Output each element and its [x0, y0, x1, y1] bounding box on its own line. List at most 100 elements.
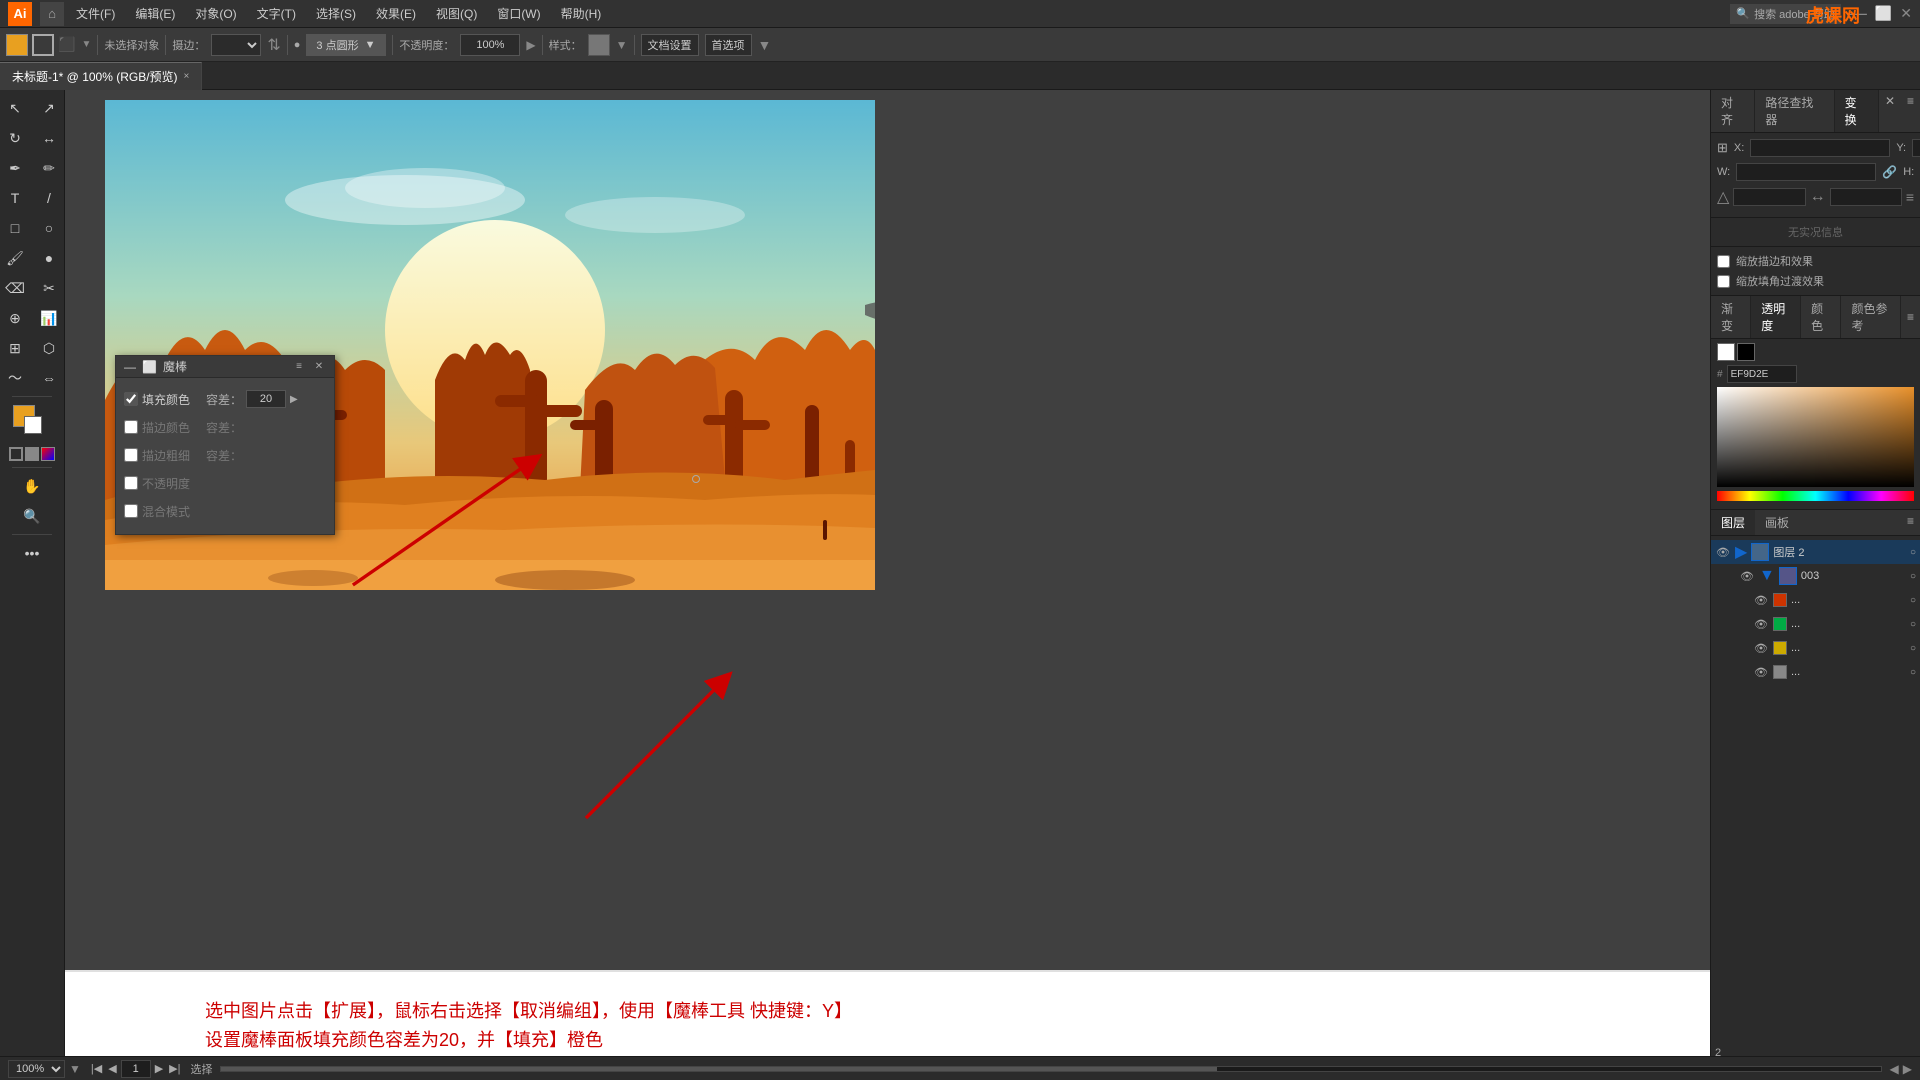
- page-input[interactable]: [121, 1060, 151, 1078]
- close-btn[interactable]: ✕: [1900, 5, 1912, 22]
- menu-effect[interactable]: 效果(E): [368, 3, 424, 24]
- restore-btn[interactable]: ⬜: [1875, 5, 1892, 22]
- stroke-options-icon[interactable]: ⬛: [58, 36, 75, 53]
- home-btn[interactable]: ⌂: [40, 2, 64, 26]
- y-input[interactable]: [1912, 139, 1920, 157]
- tab-layers[interactable]: 图层: [1711, 510, 1755, 535]
- menu-window[interactable]: 窗口(W): [489, 3, 548, 24]
- black-swatch[interactable]: [1737, 343, 1755, 361]
- tab-artboard[interactable]: 画板: [1755, 510, 1799, 535]
- tab-transparency[interactable]: 透明度: [1751, 296, 1801, 338]
- hex-input[interactable]: EF9D2E: [1727, 365, 1797, 383]
- panel-close-btn[interactable]: ✕: [312, 360, 326, 374]
- layer2-vis-btn[interactable]: 👁: [1715, 544, 1731, 560]
- style-swatch[interactable]: [588, 34, 610, 56]
- type-tool[interactable]: T: [0, 184, 31, 212]
- tab-transform[interactable]: 变换: [1835, 90, 1879, 132]
- tab-close-btn[interactable]: ×: [184, 71, 190, 82]
- mesh-tool[interactable]: ⊞: [0, 334, 31, 362]
- scroll-right-btn[interactable]: ▶: [1903, 1062, 1912, 1076]
- layer-item-003[interactable]: 👁 ▼ 003 ○: [1711, 564, 1920, 588]
- point-style-box[interactable]: 3 点圆形 ▼: [306, 34, 386, 56]
- more-tools[interactable]: •••: [16, 539, 48, 567]
- style-arrow[interactable]: ▼: [616, 38, 628, 52]
- x-input[interactable]: [1750, 139, 1890, 157]
- no-fill-box[interactable]: [9, 447, 23, 461]
- layer003-expand-btn[interactable]: ▼: [1759, 567, 1775, 585]
- tab-color-reference[interactable]: 颜色参考: [1841, 296, 1901, 338]
- sublayer-yellow-vis[interactable]: 👁: [1753, 640, 1769, 656]
- hand-tool[interactable]: ✋: [16, 472, 48, 500]
- scale-corners-checkbox[interactable]: [1717, 275, 1730, 288]
- width-tool[interactable]: ⇔: [33, 364, 65, 392]
- reflect-tool[interactable]: ↔: [33, 124, 65, 152]
- active-tab[interactable]: 未标题-1* @ 100% (RGB/预览) ×: [0, 62, 202, 90]
- pen-tool[interactable]: ✒: [0, 154, 31, 182]
- opacity-input[interactable]: [460, 34, 520, 56]
- last-page-btn[interactable]: ▶|: [167, 1062, 182, 1075]
- panel-menu-btn[interactable]: ≡: [292, 360, 306, 374]
- blend-mode-checkbox[interactable]: [124, 504, 138, 518]
- menu-type[interactable]: 文字(T): [249, 3, 304, 24]
- white-swatch[interactable]: [1717, 343, 1735, 361]
- opacity-checkbox[interactable]: [124, 476, 138, 490]
- first-page-btn[interactable]: |◀: [89, 1062, 104, 1075]
- fill-tolerance-input[interactable]: [246, 390, 286, 408]
- selection-tool[interactable]: ↖: [0, 94, 31, 122]
- doc-settings-btn[interactable]: 文档设置: [641, 34, 699, 56]
- sublayer-red-vis[interactable]: 👁: [1753, 592, 1769, 608]
- rectangle-tool[interactable]: □: [0, 214, 31, 242]
- sublayer-green[interactable]: 👁 ... ○: [1711, 612, 1920, 636]
- blob-brush-tool[interactable]: ●: [33, 244, 65, 272]
- stroke-color-swatch[interactable]: [32, 34, 54, 56]
- panel-maximize-btn[interactable]: ⬜: [142, 360, 157, 374]
- direct-selection-tool[interactable]: ↗: [33, 94, 65, 122]
- next-page-btn[interactable]: ▶: [153, 1062, 165, 1075]
- swap-icon[interactable]: ⇅: [267, 35, 280, 55]
- shape-builder-tool[interactable]: ⊕: [0, 304, 31, 332]
- background-color[interactable]: [24, 416, 42, 434]
- chart-tool[interactable]: 📊: [33, 304, 65, 332]
- zoom-tool[interactable]: 🔍: [16, 502, 48, 530]
- fill-color-swatch[interactable]: [6, 34, 28, 56]
- tab-color[interactable]: 颜色: [1801, 296, 1841, 338]
- transform-options-icon[interactable]: ≡: [1906, 189, 1914, 205]
- layer-item-2[interactable]: 👁 ▶ 图层 2 ○: [1711, 540, 1920, 564]
- line-tool[interactable]: /: [33, 184, 65, 212]
- sublayer-green-vis[interactable]: 👁: [1753, 616, 1769, 632]
- sublayer-red[interactable]: 👁 ... ○: [1711, 588, 1920, 612]
- eraser-tool[interactable]: ⌫: [0, 274, 31, 302]
- gray-fill-box[interactable]: [25, 447, 39, 461]
- stroke-arrow-icon[interactable]: ▼: [81, 39, 91, 50]
- tab-align[interactable]: 对齐: [1711, 90, 1755, 132]
- menu-help[interactable]: 帮助(H): [553, 3, 610, 24]
- gradient-box[interactable]: [41, 447, 55, 461]
- panel-expand-icon[interactable]: ≡: [1901, 90, 1920, 132]
- color-hue-slider[interactable]: [1717, 491, 1914, 501]
- rotate-tool[interactable]: ↻: [0, 124, 31, 152]
- tab-pathfinder[interactable]: 路径查找器: [1755, 90, 1834, 132]
- warp-tool[interactable]: 〜: [0, 364, 31, 392]
- sublayer-yellow[interactable]: 👁 ... ○: [1711, 636, 1920, 660]
- zoom-dropdown-arrow[interactable]: ▼: [69, 1062, 81, 1076]
- fill-tolerance-increase[interactable]: ▶: [290, 394, 298, 405]
- layers-panel-menu[interactable]: ≡: [1901, 510, 1920, 535]
- canvas-area[interactable]: — ⬜ 魔棒 ≡ ✕ 填充颜色 容差： ▶ 描边颜色: [65, 90, 1710, 1080]
- stroke-select[interactable]: [211, 34, 261, 56]
- paintbrush-tool[interactable]: 🖌: [0, 244, 31, 272]
- menu-select[interactable]: 选择(S): [308, 3, 364, 24]
- menu-file[interactable]: 文件(F): [68, 3, 123, 24]
- preferences-btn[interactable]: 首选项: [705, 34, 752, 56]
- stroke-color-checkbox[interactable]: [124, 420, 138, 434]
- stroke-width-checkbox[interactable]: [124, 448, 138, 462]
- angle-input[interactable]: [1733, 188, 1805, 206]
- scissors-tool[interactable]: ✂: [33, 274, 65, 302]
- prev-page-btn[interactable]: ◀: [106, 1062, 118, 1075]
- panel-minimize-btn[interactable]: —: [124, 360, 136, 374]
- layer003-vis-btn[interactable]: 👁: [1739, 568, 1755, 584]
- opacity-arrow[interactable]: ▶: [526, 38, 535, 52]
- fill-color-checkbox[interactable]: [124, 392, 138, 406]
- foreground-color[interactable]: [13, 405, 35, 427]
- color-panel-menu[interactable]: ≡: [1901, 306, 1920, 328]
- scale-strokes-checkbox[interactable]: [1717, 255, 1730, 268]
